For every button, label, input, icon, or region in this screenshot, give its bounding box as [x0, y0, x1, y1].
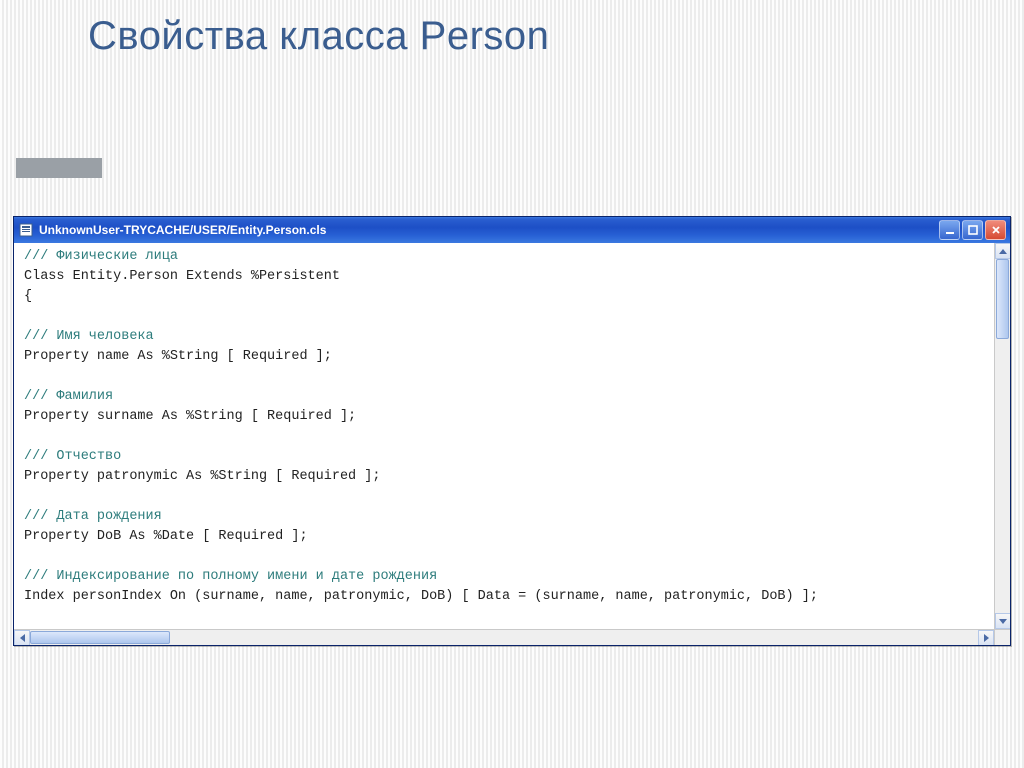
code-line: /// Дата рождения [24, 507, 986, 527]
code-line: /// Фамилия [24, 387, 986, 407]
scroll-h-track[interactable] [30, 630, 978, 645]
code-line: /// Отчество [24, 447, 986, 467]
window-titlebar[interactable]: UnknownUser-TRYCACHE/USER/Entity.Person.… [14, 217, 1010, 243]
minimize-button[interactable] [939, 220, 960, 240]
vertical-scrollbar[interactable] [994, 243, 1010, 629]
code-line [24, 487, 986, 507]
window-buttons [939, 220, 1010, 240]
code-line: /// Физические лица [24, 247, 986, 267]
scroll-right-button[interactable] [978, 630, 994, 645]
code-line: { [24, 287, 986, 307]
code-line: /// Имя человека [24, 327, 986, 347]
code-line [24, 547, 986, 567]
code-line: /// Индексирование по полному имени и да… [24, 567, 986, 587]
scroll-v-track[interactable] [995, 259, 1010, 613]
slide-title: Свойства класса Person [88, 14, 549, 59]
editor-window: UnknownUser-TRYCACHE/USER/Entity.Person.… [13, 216, 1011, 646]
scroll-up-button[interactable] [995, 243, 1010, 259]
code-line: Class Entity.Person Extends %Persistent [24, 267, 986, 287]
code-line: Property surname As %String [ Required ]… [24, 407, 986, 427]
maximize-button[interactable] [962, 220, 983, 240]
code-line [24, 607, 986, 627]
scroll-corner [994, 629, 1010, 645]
code-editor[interactable]: /// Физические лицаClass Entity.Person E… [14, 243, 994, 629]
app-icon [18, 222, 34, 238]
code-line [24, 307, 986, 327]
close-button[interactable] [985, 220, 1006, 240]
horizontal-scrollbar[interactable] [14, 629, 994, 645]
window-title: UnknownUser-TRYCACHE/USER/Entity.Person.… [39, 223, 326, 237]
scroll-left-button[interactable] [14, 630, 30, 645]
accent-bar [16, 158, 102, 178]
scroll-down-button[interactable] [995, 613, 1010, 629]
code-line [24, 367, 986, 387]
editor-area: /// Физические лицаClass Entity.Person E… [14, 243, 1010, 645]
code-line: Property patronymic As %String [ Require… [24, 467, 986, 487]
code-line [24, 427, 986, 447]
scroll-v-thumb[interactable] [996, 259, 1009, 339]
scroll-h-thumb[interactable] [30, 631, 170, 644]
slide: Свойства класса Person UnknownUser-TRYCA… [0, 0, 1024, 768]
code-line: Property DoB As %Date [ Required ]; [24, 527, 986, 547]
code-line: Index personIndex On (surname, name, pat… [24, 587, 986, 607]
code-line: Property name As %String [ Required ]; [24, 347, 986, 367]
